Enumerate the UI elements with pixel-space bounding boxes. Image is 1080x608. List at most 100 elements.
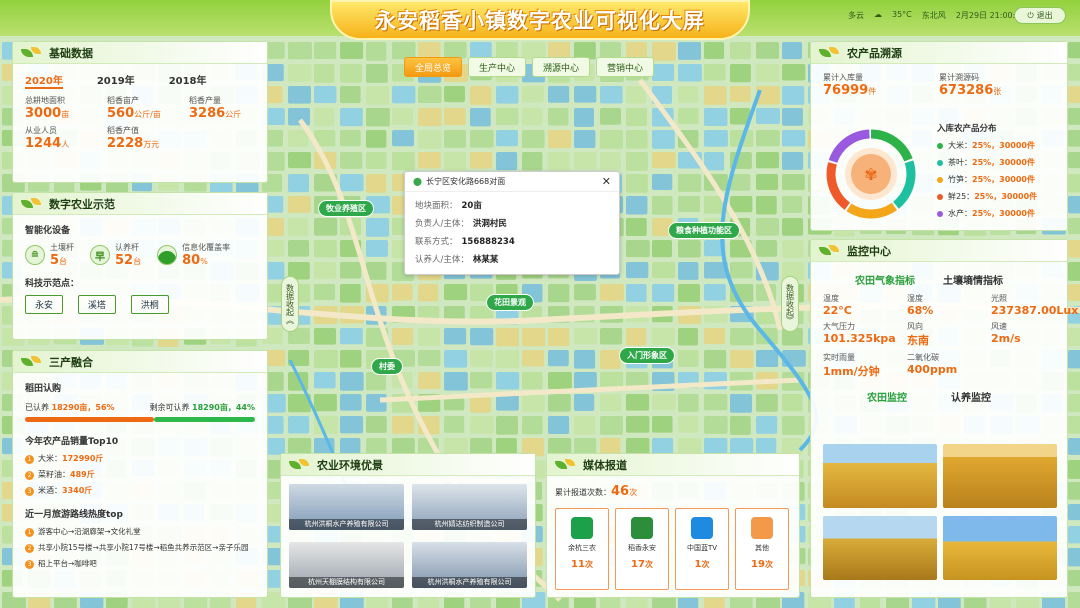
demo-point-xita[interactable]: 溪塔 xyxy=(77,295,116,314)
env-photo[interactable]: 杭州婧达纺织制造公司 xyxy=(412,484,527,530)
map-field xyxy=(548,108,569,126)
adopted-text: 已认养 18290亩，56% xyxy=(25,403,115,412)
map-field xyxy=(470,328,494,346)
map-field xyxy=(288,64,312,82)
close-icon[interactable]: ✕ xyxy=(602,175,611,188)
routes-title: 近一月旅游路线热度top xyxy=(25,510,123,520)
popup-row: 认养人/主体： 林某某 xyxy=(415,255,499,265)
map-field xyxy=(418,284,439,302)
map-field xyxy=(626,174,648,193)
map-field xyxy=(704,284,726,301)
map-field xyxy=(444,372,468,391)
map-field xyxy=(548,350,569,367)
collapse-right-button[interactable]: 数据收起》 xyxy=(781,276,799,332)
farm-video-feed[interactable] xyxy=(943,444,1057,508)
map-field xyxy=(392,108,413,125)
map-field xyxy=(626,262,649,279)
map-field xyxy=(548,152,570,171)
map-field xyxy=(340,130,361,147)
metric-item: 实时雨量 1mm/分钟 xyxy=(823,353,880,378)
map-field xyxy=(470,416,494,434)
map-label-grain[interactable]: 粮食种植功能区 xyxy=(668,222,740,239)
yuhang-sannong-icon xyxy=(571,517,593,539)
temperature-text: 35°C xyxy=(892,10,912,19)
tab-farm-video[interactable]: 农田监控 xyxy=(867,389,907,404)
map-label-village[interactable]: 村委 xyxy=(371,358,403,375)
media-item-yuhang[interactable]: 余杭三农 11次 xyxy=(555,508,609,590)
map-field xyxy=(756,108,780,125)
map-field xyxy=(1068,592,1080,608)
tab-marketing[interactable]: 营销中心 xyxy=(596,57,655,77)
monitor-panel: 监控中心 农田气象指标 土壤墒情指标 温度 22°C 湿度 68% 光照 237387… xyxy=(810,239,1078,598)
map-field xyxy=(782,152,804,170)
env-photo[interactable]: 杭州洪桐水产养殖有限公司 xyxy=(412,542,527,588)
map-field xyxy=(626,328,647,346)
map-field xyxy=(340,372,364,391)
map-field xyxy=(1068,570,1080,587)
exit-button[interactable]: ⏻ 退出 xyxy=(1014,7,1066,24)
tab-production[interactable]: 生产中心 xyxy=(468,57,527,77)
map-field xyxy=(652,394,676,411)
map-field xyxy=(314,350,338,369)
tab-overview[interactable]: 全局总览 xyxy=(404,57,463,77)
map-field xyxy=(392,328,414,345)
demo-point-yongan[interactable]: 永安 xyxy=(25,295,64,314)
map-field xyxy=(366,42,387,61)
metric-item: 二氧化碳 400ppm xyxy=(907,353,958,376)
map-field xyxy=(392,284,413,301)
collapse-left-button[interactable]: 数据收起《 xyxy=(281,276,299,332)
cloud-icon: ☁ xyxy=(874,10,882,19)
map-field xyxy=(496,86,519,104)
map-field xyxy=(366,152,387,169)
tab-soil[interactable]: 土壤墒情指标 xyxy=(943,272,1003,287)
map-field xyxy=(626,218,647,236)
map-field xyxy=(704,350,727,369)
year-tab-2019[interactable]: 2019年 xyxy=(97,72,135,89)
map-field xyxy=(366,218,390,237)
popup-row: 地块面积： 20亩 xyxy=(415,201,482,211)
map-field xyxy=(1068,394,1080,413)
map-field xyxy=(600,108,621,125)
trace-panel: 农产品溯源 累计入库量 76999件 累计溯源码 673286张 ✾ 入库农产品分布… xyxy=(810,41,1068,231)
tab-adopt-video[interactable]: 认养监控 xyxy=(951,389,991,404)
map-field xyxy=(1068,416,1080,434)
map-field xyxy=(340,394,362,411)
wind-text: 东北风 xyxy=(921,11,946,20)
tab-trace[interactable]: 溯源中心 xyxy=(532,57,591,77)
map-label-livestock[interactable]: 牧业养殖区 xyxy=(318,200,374,217)
demo-point-hongtong[interactable]: 洪桐 xyxy=(130,295,169,314)
media-item-other[interactable]: 其他 19次 xyxy=(735,508,789,590)
env-photo[interactable]: 杭州洪桐水产养殖有限公司 xyxy=(289,484,404,530)
metric-item: 光照 237387.00Lux xyxy=(991,294,1079,317)
stat-farmland: 总耕地面积 3000亩 xyxy=(25,96,70,121)
trace-in-stat: 累计入库量 76999件 xyxy=(823,73,877,98)
map-field xyxy=(288,174,310,193)
adopt-progress-bar xyxy=(25,417,255,422)
stat-output: 稻香产量 3286公斤 xyxy=(189,96,242,121)
panel-title: 基础数据 xyxy=(49,46,93,60)
farm-video-feed[interactable] xyxy=(823,516,937,580)
media-item-bluetv[interactable]: 中国蓝TV 1次 xyxy=(675,508,729,590)
farm-video-feed[interactable] xyxy=(943,516,1057,580)
map-field xyxy=(730,416,751,435)
map-field xyxy=(366,416,387,433)
map-label-entrance[interactable]: 入门形象区 xyxy=(619,347,675,364)
map-field xyxy=(1068,42,1080,59)
page-title: 永安稻香小镇数字农业可视化大屏 xyxy=(375,9,705,33)
map-field xyxy=(704,64,726,81)
map-field xyxy=(470,372,493,389)
map-label-flower[interactable]: 花田景观 xyxy=(486,294,534,311)
tab-weather[interactable]: 农田气象指标 xyxy=(855,272,915,287)
map-field xyxy=(548,86,570,103)
map-field xyxy=(730,86,751,103)
env-photo[interactable]: 杭州天棚膜结构有限公司 xyxy=(289,542,404,588)
year-tab-2020[interactable]: 2020年 xyxy=(25,72,63,89)
map-field xyxy=(314,394,337,412)
farm-video-feed[interactable] xyxy=(823,444,937,508)
media-item-daoxiang[interactable]: 稻香永安 17次 xyxy=(615,508,669,590)
map-field xyxy=(730,262,753,279)
year-tab-2018[interactable]: 2018年 xyxy=(169,72,207,89)
map-field xyxy=(1068,196,1080,214)
adopt-title: 稻田认购 xyxy=(25,384,62,394)
map-field xyxy=(314,328,336,345)
